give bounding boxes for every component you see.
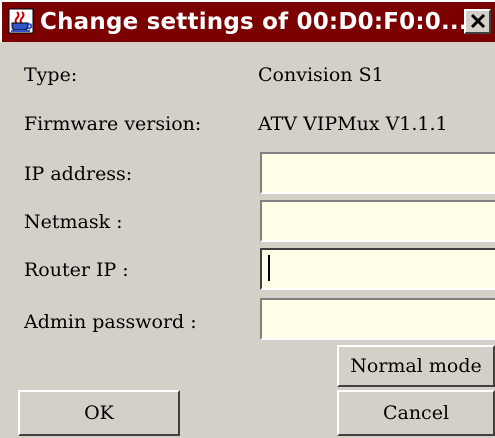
normal-mode-button[interactable]: Normal mode	[337, 345, 495, 387]
netmask-input[interactable]	[260, 200, 495, 242]
ip-address-label: IP address:	[24, 163, 133, 185]
firmware-label: Firmware version:	[24, 113, 202, 135]
admin-password-input[interactable]	[260, 298, 495, 340]
ip-address-input[interactable]	[260, 152, 495, 194]
settings-dialog: Change settings of 00:D0:F0:0... Type: C…	[0, 0, 495, 438]
title-bar[interactable]: Change settings of 00:D0:F0:0...	[0, 0, 495, 42]
close-button[interactable]	[464, 9, 491, 34]
cancel-button[interactable]: Cancel	[337, 390, 495, 436]
ok-button[interactable]: OK	[18, 390, 180, 436]
java-cup-icon	[8, 8, 34, 34]
admin-password-label: Admin password :	[24, 311, 197, 333]
type-label: Type:	[24, 64, 78, 86]
firmware-value: ATV VIPMux V1.1.1	[258, 113, 448, 135]
type-value: Convision S1	[258, 64, 384, 86]
netmask-label: Netmask :	[24, 211, 123, 233]
close-icon	[470, 13, 486, 29]
window-title: Change settings of 00:D0:F0:0...	[40, 9, 468, 35]
router-ip-input[interactable]	[260, 248, 495, 290]
router-ip-label: Router IP :	[24, 259, 129, 281]
text-caret	[268, 255, 270, 281]
